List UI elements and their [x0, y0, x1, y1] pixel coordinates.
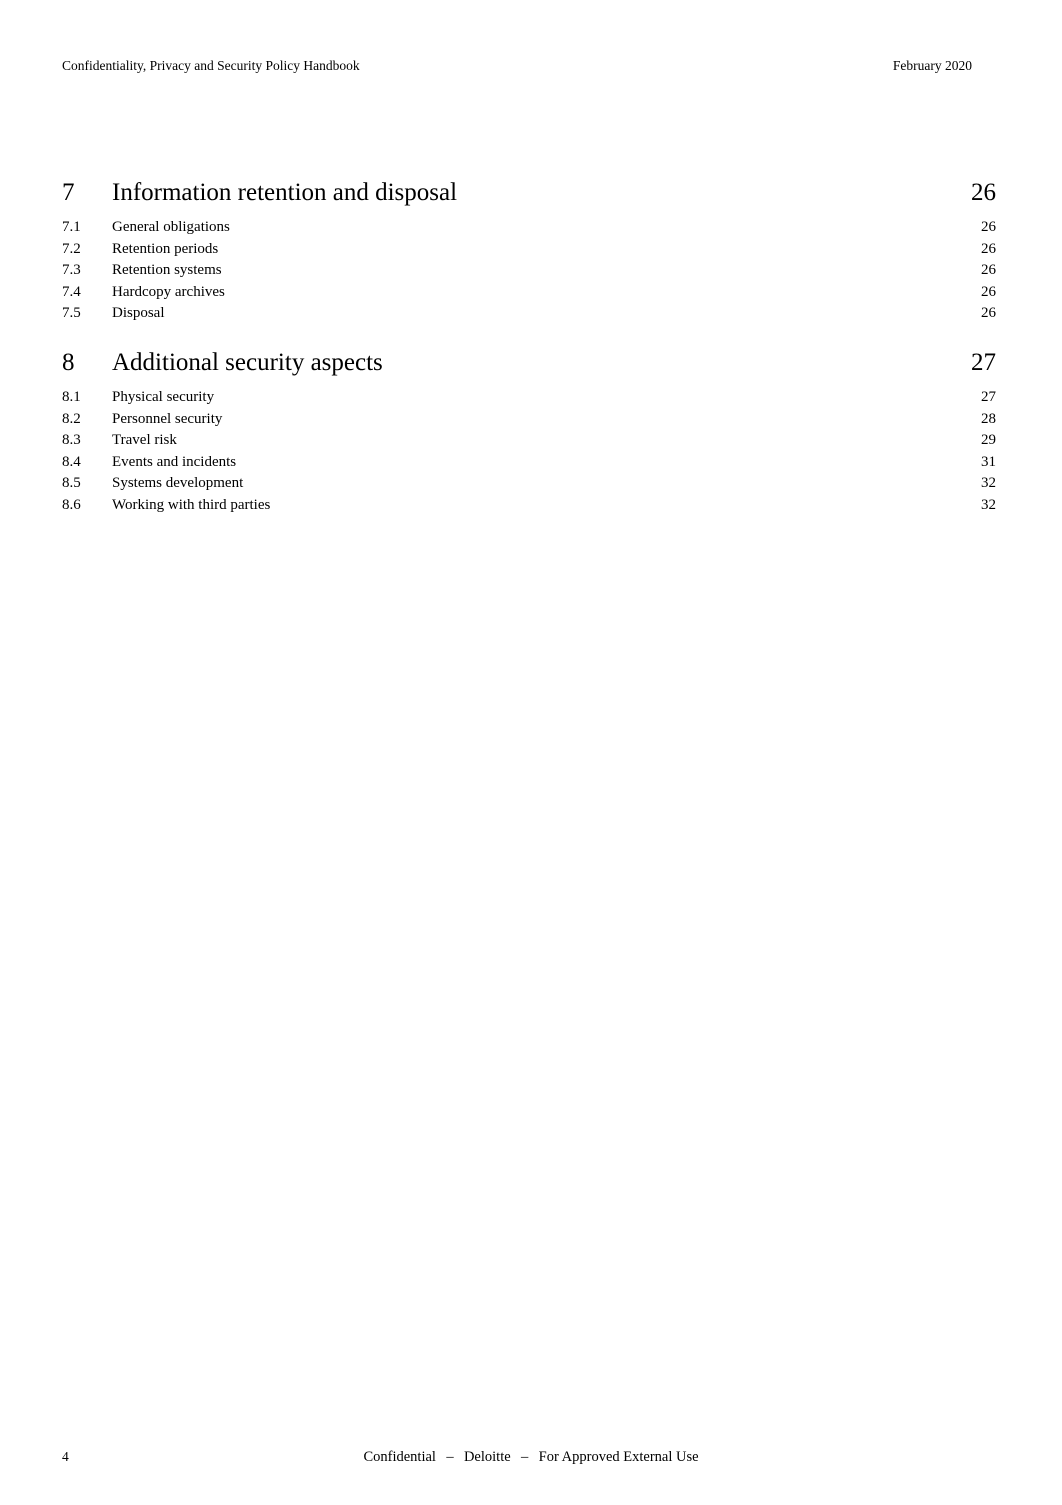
toc-entry-level2[interactable]: 8.4 Events and incidents 31 — [62, 452, 996, 474]
toc-entry-level1[interactable]: 7 Information retention and disposal 26 — [62, 176, 996, 210]
toc-section: 7 Information retention and disposal 26 7.1… — [62, 176, 996, 325]
toc-entry-number: 7.2 — [62, 240, 81, 257]
toc-entry-page-number: 32 — [981, 475, 996, 492]
toc-entry-number: 7.3 — [62, 262, 81, 279]
toc-entry-number: 8.4 — [62, 453, 81, 470]
toc-entry-title: Events and incidents — [112, 453, 237, 470]
toc-entry-level2[interactable]: 7.1 General obligations 26 — [62, 217, 996, 239]
toc-entry-page-number: 26 — [981, 283, 996, 300]
toc-entry-number: 8 — [62, 348, 75, 376]
toc-entry-page-number: 28 — [981, 410, 996, 427]
toc-entry-page-number: 31 — [981, 453, 996, 470]
header-document-title: Confidentiality, Privacy and Security Po… — [62, 58, 360, 73]
toc-entry-page-number: 26 — [981, 240, 996, 257]
toc-entry-title: Retention periods — [112, 240, 219, 257]
toc-entry-page-number: 29 — [981, 432, 996, 449]
toc-entry-number: 7 — [62, 179, 75, 206]
toc-entry-level1[interactable]: 8 Additional security aspects 27 — [62, 346, 996, 380]
toc-entry-number: 8.6 — [62, 496, 81, 513]
toc-entry-title: Personnel security — [112, 410, 223, 427]
toc-entry-level2[interactable]: 8.3 Travel risk 29 — [62, 430, 996, 452]
header-date: February 2020 — [892, 58, 972, 73]
toc-entry-title: Working with third parties — [112, 496, 271, 513]
toc-entry-page-number: 32 — [981, 496, 996, 513]
toc-entry-title: Retention systems — [112, 262, 222, 279]
toc-entry-number: 7.5 — [62, 305, 81, 322]
toc-entry-level2[interactable]: 8.2 Personnel security 28 — [62, 409, 996, 431]
document-page: Confidentiality, Privacy and Security Po… — [0, 0, 1062, 1505]
toc-entry-page-number: 26 — [981, 262, 996, 279]
toc-entry-title: Disposal — [112, 305, 165, 322]
toc-entry-page-number: 27 — [981, 388, 996, 405]
footer-separator-2: – — [521, 1449, 529, 1465]
toc-entry-title: General obligations — [112, 219, 230, 235]
footer-classification-line: Confidential – Deloitte – For Approved E… — [62, 1447, 1000, 1467]
toc-entry-level2[interactable]: 7.3 Retention systems 26 — [62, 260, 996, 282]
toc-entry-level2[interactable]: 7.5 Disposal 26 — [62, 303, 996, 325]
page-footer: 4 Confidential – Deloitte – For Approved… — [62, 1447, 1000, 1467]
toc-entry-page-number: 26 — [981, 305, 996, 322]
toc-entry-title: Travel risk — [112, 432, 177, 449]
toc-entry-level2[interactable]: 8.1 Physical security 27 — [62, 387, 996, 409]
footer-organization: Deloitte — [463, 1449, 511, 1465]
toc-entry-level2[interactable]: 7.4 Hardcopy archives 26 — [62, 282, 996, 304]
toc-entry-title: Additional security aspects — [112, 348, 383, 376]
toc-entry-page-number: 26 — [971, 179, 996, 206]
table-of-contents: 7 Information retention and disposal 26 7.1… — [62, 176, 996, 517]
footer-usage: For Approved External Use — [538, 1449, 699, 1465]
page-header: Confidentiality, Privacy and Security Po… — [62, 58, 1000, 78]
footer-classification: Confidential — [363, 1449, 436, 1465]
toc-entry-number: 7.1 — [62, 219, 81, 235]
toc-entry-page-number: 26 — [981, 219, 996, 235]
toc-entry-level2[interactable]: 8.6 Working with third parties 32 — [62, 495, 996, 517]
toc-entry-title: Information retention and disposal — [112, 179, 458, 206]
toc-entry-title: Hardcopy archives — [112, 283, 225, 300]
toc-entry-number: 8.5 — [62, 475, 81, 492]
toc-entry-page-number: 27 — [971, 348, 996, 376]
toc-entry-title: Physical security — [112, 388, 215, 405]
toc-entry-number: 7.4 — [62, 283, 81, 300]
footer-separator-1: – — [446, 1449, 454, 1465]
toc-section: 8 Additional security aspects 27 8.1 Physica… — [62, 346, 996, 517]
toc-entry-title: Systems development — [112, 475, 244, 492]
toc-entry-number: 8.1 — [62, 388, 81, 405]
toc-entry-level2[interactable]: 8.5 Systems development 32 — [62, 473, 996, 495]
toc-entry-number: 8.3 — [62, 432, 81, 449]
toc-entry-level2[interactable]: 7.2 Retention periods 26 — [62, 239, 996, 261]
toc-entry-number: 8.2 — [62, 410, 81, 427]
